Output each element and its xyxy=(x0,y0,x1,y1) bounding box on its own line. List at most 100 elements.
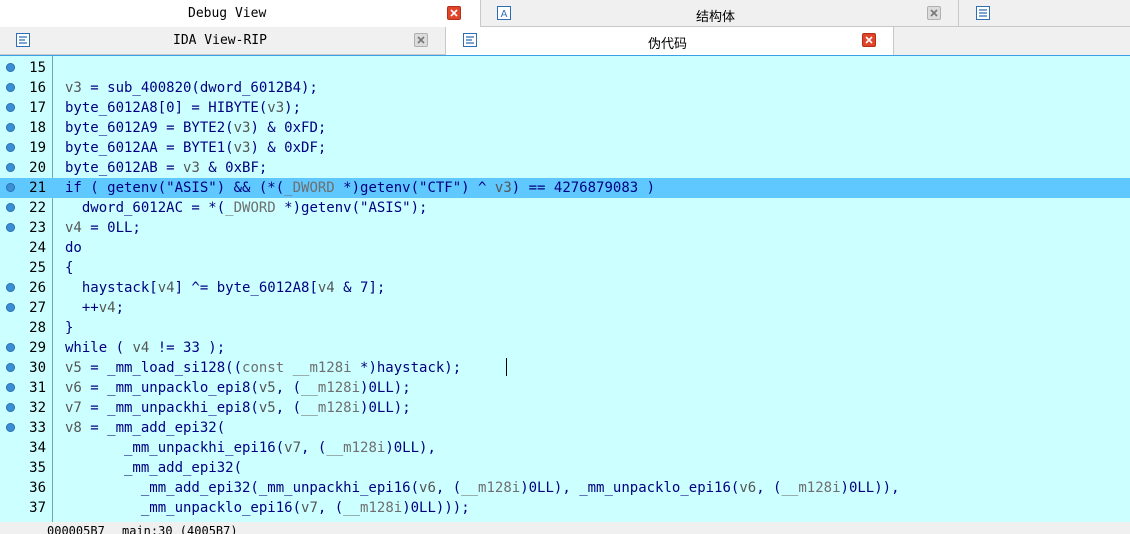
code-line[interactable]: 30 v5 = _mm_load_si128((const __m128i *)h… xyxy=(0,358,1130,378)
code-text[interactable]: haystack[v4] ^= byte_6012A8[v4 & 7]; xyxy=(65,278,385,298)
code-line[interactable]: 17 byte_6012A8[0] = HIBYTE(v3); xyxy=(0,98,1130,118)
breakpoint-marker-icon[interactable] xyxy=(6,283,15,292)
code-line[interactable]: 34 _mm_unpackhi_epi16(v7, (__m128i)0LL), xyxy=(0,438,1130,458)
line-number: 15 xyxy=(29,60,46,76)
line-number: 33 xyxy=(29,420,46,436)
code-text[interactable]: byte_6012AA = BYTE1(v3) & 0xDF; xyxy=(65,138,326,158)
code-line[interactable]: 28} xyxy=(0,318,1130,338)
line-number: 24 xyxy=(29,240,46,256)
disassembly-view-icon xyxy=(16,33,30,47)
code-text[interactable]: _mm_add_epi32( xyxy=(65,458,242,478)
code-text[interactable]: v5 = _mm_load_si128((const __m128i *)hay… xyxy=(65,358,461,378)
line-number: 18 xyxy=(29,120,46,136)
breakpoint-marker-icon[interactable] xyxy=(6,423,15,432)
list-view-icon xyxy=(976,6,990,20)
tab-structures[interactable]: A 结构体 xyxy=(481,0,959,27)
code-line[interactable]: 15 xyxy=(0,58,1130,78)
breakpoint-marker-icon[interactable] xyxy=(6,303,15,312)
code-text[interactable]: do xyxy=(65,238,82,258)
line-number: 30 xyxy=(29,360,46,376)
code-text[interactable]: _mm_unpacklo_epi16(v7, (__m128i)0LL))); xyxy=(65,498,470,518)
code-line[interactable]: 31 v6 = _mm_unpacklo_epi8(v5, (__m128i)0L… xyxy=(0,378,1130,398)
code-line[interactable]: 22 dword_6012AC = *(_DWORD *)getenv("ASI… xyxy=(0,198,1130,218)
tab-overflow[interactable] xyxy=(959,0,1130,27)
breakpoint-marker-icon[interactable] xyxy=(6,383,15,392)
line-number: 16 xyxy=(29,80,46,96)
line-number: 29 xyxy=(29,340,46,356)
code-text[interactable]: v7 = _mm_unpackhi_epi8(v5, (__m128i)0LL)… xyxy=(65,398,411,418)
code-text[interactable]: byte_6012A8[0] = HIBYTE(v3); xyxy=(65,98,301,118)
breakpoint-marker-icon[interactable] xyxy=(6,103,15,112)
code-text[interactable]: v6 = _mm_unpacklo_epi8(v5, (__m128i)0LL)… xyxy=(65,378,411,398)
breakpoint-marker-icon[interactable] xyxy=(6,343,15,352)
code-line[interactable]: 36 _mm_add_epi32(_mm_unpackhi_epi16(v6, … xyxy=(0,478,1130,498)
tab-pseudocode[interactable]: 伪代码 xyxy=(446,27,894,55)
breakpoint-marker-icon[interactable] xyxy=(6,363,15,372)
close-icon[interactable] xyxy=(927,6,941,20)
breakpoint-marker-icon[interactable] xyxy=(6,183,15,192)
breakpoint-marker-icon[interactable] xyxy=(6,403,15,412)
breakpoint-marker-icon[interactable] xyxy=(6,203,15,212)
code-line[interactable]: 37 _mm_unpacklo_epi16(v7, (__m128i)0LL))… xyxy=(0,498,1130,518)
breakpoint-marker-icon[interactable] xyxy=(6,163,15,172)
tab-label: 结构体 xyxy=(696,10,736,25)
line-number: 20 xyxy=(29,160,46,176)
code-text[interactable]: byte_6012A9 = BYTE2(v3) & 0xFD; xyxy=(65,118,326,138)
text-cursor xyxy=(506,358,507,376)
line-number: 19 xyxy=(29,140,46,156)
code-text[interactable]: v3 = sub_400820(dword_6012B4); xyxy=(65,78,318,98)
line-number: 35 xyxy=(29,460,46,476)
code-line[interactable]: 16 v3 = sub_400820(dword_6012B4); xyxy=(0,78,1130,98)
code-text[interactable]: if ( getenv("ASIS") && (*(_DWORD *)geten… xyxy=(65,178,655,198)
line-number: 31 xyxy=(29,380,46,396)
line-number: 32 xyxy=(29,400,46,416)
tab-debug-view[interactable]: Debug View xyxy=(0,0,481,27)
line-number: 23 xyxy=(29,220,46,236)
code-line[interactable]: 33 v8 = _mm_add_epi32( xyxy=(0,418,1130,438)
code-line[interactable]: 23 v4 = 0LL; xyxy=(0,218,1130,238)
line-number: 27 xyxy=(29,300,46,316)
code-line[interactable]: 32 v7 = _mm_unpackhi_epi8(v5, (__m128i)0L… xyxy=(0,398,1130,418)
code-line[interactable]: 21 if ( getenv("ASIS") && (*(_DWORD *)get… xyxy=(0,178,1130,198)
breakpoint-marker-icon[interactable] xyxy=(6,83,15,92)
breakpoint-marker-icon[interactable] xyxy=(6,143,15,152)
code-line[interactable]: 27 ++v4; xyxy=(0,298,1130,318)
line-number: 25 xyxy=(29,260,46,276)
breakpoint-marker-icon[interactable] xyxy=(6,123,15,132)
code-line[interactable]: 35 _mm_add_epi32( xyxy=(0,458,1130,478)
code-text[interactable]: v8 = _mm_add_epi32( xyxy=(65,418,225,438)
line-number: 21 xyxy=(29,180,46,196)
line-number: 36 xyxy=(29,480,46,496)
close-icon[interactable] xyxy=(414,33,428,47)
line-number: 34 xyxy=(29,440,46,456)
close-icon[interactable] xyxy=(862,33,876,47)
code-line[interactable]: 26 haystack[v4] ^= byte_6012A8[v4 & 7]; xyxy=(0,278,1130,298)
code-text[interactable]: byte_6012AB = v3 & 0xBF; xyxy=(65,158,267,178)
code-line[interactable]: 24 do xyxy=(0,238,1130,258)
code-text[interactable]: _mm_unpackhi_epi16(v7, (__m128i)0LL), xyxy=(65,438,436,458)
code-line[interactable]: 18 byte_6012A9 = BYTE2(v3) & 0xFD; xyxy=(0,118,1130,138)
code-text[interactable]: { xyxy=(65,258,73,278)
top-tab-bar: Debug View A 结构体 xyxy=(0,0,1130,27)
status-address: 000005B7 xyxy=(47,524,105,534)
code-text[interactable]: dword_6012AC = *(_DWORD *)getenv("ASIS")… xyxy=(65,198,428,218)
pseudocode-editor[interactable]: 15 16 v3 = sub_400820(dword_6012B4); 17 byte… xyxy=(0,55,1130,522)
code-line[interactable]: 19 byte_6012AA = BYTE1(v3) & 0xDF; xyxy=(0,138,1130,158)
line-number: 17 xyxy=(29,100,46,116)
tab-ida-view-rip[interactable]: IDA View-RIP xyxy=(0,27,446,55)
code-text[interactable]: v4 = 0LL; xyxy=(65,218,141,238)
code-text[interactable]: } xyxy=(65,318,73,338)
line-number: 28 xyxy=(29,320,46,336)
code-text[interactable]: _mm_add_epi32(_mm_unpackhi_epi16(v6, (__… xyxy=(65,478,900,498)
code-line[interactable]: 20 byte_6012AB = v3 & 0xBF; xyxy=(0,158,1130,178)
tab-label: IDA View-RIP xyxy=(173,33,267,48)
breakpoint-marker-icon[interactable] xyxy=(6,63,15,72)
code-line[interactable]: 25 { xyxy=(0,258,1130,278)
code-text[interactable]: while ( v4 != 33 ); xyxy=(65,338,225,358)
tab-label: Debug View xyxy=(188,6,267,21)
code-text[interactable]: ++v4; xyxy=(65,298,124,318)
breakpoint-marker-icon[interactable] xyxy=(6,223,15,232)
close-icon[interactable] xyxy=(447,6,461,20)
line-number: 26 xyxy=(29,280,46,296)
code-line[interactable]: 29 while ( v4 != 33 ); xyxy=(0,338,1130,358)
